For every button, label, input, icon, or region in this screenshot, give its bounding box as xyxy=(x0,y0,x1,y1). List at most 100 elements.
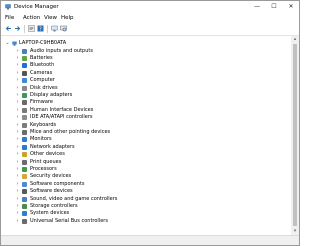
security-device-icon xyxy=(22,174,27,180)
toolbar-separator xyxy=(24,25,25,33)
expand-chevron-icon[interactable]: › xyxy=(15,173,20,180)
vertical-scrollbar[interactable]: ▴ ▾ xyxy=(291,36,299,235)
tree-category-label: Other devices xyxy=(30,151,65,158)
speaker-icon xyxy=(22,48,27,54)
tree-category-row[interactable]: › Other devices xyxy=(1,151,281,158)
properties-icon[interactable] xyxy=(28,25,35,32)
toolbar: ? xyxy=(1,23,299,36)
expand-chevron-icon[interactable]: › xyxy=(15,166,20,173)
maximize-button[interactable]: ☐ xyxy=(266,1,282,13)
menu-help[interactable]: Help xyxy=(61,15,74,22)
expand-chevron-icon[interactable]: › xyxy=(15,70,20,77)
toolbar-separator xyxy=(47,25,48,33)
tree-category-row[interactable]: › System devices xyxy=(1,210,281,217)
tree-category-label: Processors xyxy=(30,166,57,172)
minimize-button[interactable]: — xyxy=(249,1,265,13)
expand-chevron-icon[interactable]: › xyxy=(15,55,20,62)
title-bar: Device Manager — ☐ ✕ xyxy=(1,1,299,13)
expand-chevron-icon[interactable]: › xyxy=(15,85,20,92)
tree-category-row[interactable]: › Print queues xyxy=(1,159,281,166)
expand-chevron-icon[interactable]: › xyxy=(15,210,20,217)
expand-chevron-icon[interactable]: › xyxy=(15,196,20,203)
collapse-chevron-icon[interactable]: ⌄ xyxy=(5,40,10,47)
help-icon[interactable]: ? xyxy=(37,25,44,32)
scroll-up-icon[interactable]: ▴ xyxy=(291,36,299,43)
expand-chevron-icon[interactable]: › xyxy=(15,151,20,158)
tree-category-row[interactable]: › IDE ATA/ATAPI controllers xyxy=(1,114,281,121)
tree-category-label: IDE ATA/ATAPI controllers xyxy=(30,114,93,121)
tree-category-row[interactable]: › Universal Serial Bus controllers xyxy=(1,218,281,225)
software-device-icon xyxy=(22,189,27,195)
forward-arrow-icon[interactable] xyxy=(14,25,21,32)
device-manager-window: Device Manager — ☐ ✕ File Action View He… xyxy=(0,0,300,246)
expand-chevron-icon[interactable]: › xyxy=(15,92,20,99)
menu-view[interactable]: View xyxy=(44,15,57,22)
tree-category-row[interactable]: › Security devices xyxy=(1,173,281,180)
tree-category-row[interactable]: › Display adapters xyxy=(1,92,281,99)
tree-category-label: Cameras xyxy=(30,69,53,76)
tree-category-row[interactable]: › Sound, video and game controllers xyxy=(1,196,281,203)
update-driver-icon[interactable] xyxy=(51,25,58,32)
tree-category-row[interactable]: › Mice and other pointing devices xyxy=(1,129,281,136)
tree-category-row[interactable]: › Processors xyxy=(1,166,281,173)
expand-chevron-icon[interactable]: › xyxy=(15,218,20,225)
close-button[interactable]: ✕ xyxy=(283,1,299,13)
tree-category-label: Keyboards xyxy=(30,121,57,128)
tree-category-row[interactable]: › Storage controllers xyxy=(1,203,281,210)
tree-category-row[interactable]: › Keyboards xyxy=(1,122,281,129)
tree-category-row[interactable]: › Software components xyxy=(1,181,281,188)
expand-chevron-icon[interactable]: › xyxy=(15,136,20,143)
tree-root[interactable]: ⌄ LAPTOP-C9HB0ATA xyxy=(1,40,281,47)
device-tree[interactable]: ⌄ LAPTOP-C9HB0ATA › Audio inputs and outp… xyxy=(1,36,290,235)
tree-category-label: Human Interface Devices xyxy=(30,106,94,113)
expand-chevron-icon[interactable]: › xyxy=(15,107,20,114)
sound-controller-icon xyxy=(22,196,27,202)
network-adapter-icon xyxy=(22,144,27,150)
expand-chevron-icon[interactable]: › xyxy=(15,181,20,188)
tree-category-row[interactable]: › Disk drives xyxy=(1,85,281,92)
back-arrow-icon[interactable] xyxy=(5,25,12,32)
hid-icon xyxy=(22,107,27,113)
expand-chevron-icon[interactable]: › xyxy=(15,99,20,106)
expand-chevron-icon[interactable]: › xyxy=(15,159,20,166)
tree-category-row[interactable]: › Bluetooth xyxy=(1,62,281,69)
scroll-down-icon[interactable]: ▾ xyxy=(291,228,299,235)
tree-category-label: Network adapters xyxy=(30,143,75,150)
window-title: Device Manager xyxy=(14,4,59,10)
tree-category-label: Audio inputs and outputs xyxy=(30,47,93,54)
expand-chevron-icon[interactable]: › xyxy=(15,188,20,195)
menu-file[interactable]: File xyxy=(5,15,14,22)
device-manager-app-icon xyxy=(5,4,11,10)
software-component-icon xyxy=(22,181,27,187)
system-device-icon xyxy=(22,211,27,217)
expand-chevron-icon[interactable]: › xyxy=(15,77,20,84)
tree-category-label: Software components xyxy=(30,180,85,187)
expand-chevron-icon[interactable]: › xyxy=(15,129,20,136)
tree-category-row[interactable]: › Cameras xyxy=(1,70,281,77)
expand-chevron-icon[interactable]: › xyxy=(15,48,20,55)
expand-chevron-icon[interactable]: › xyxy=(15,122,20,129)
expand-chevron-icon[interactable]: › xyxy=(15,203,20,210)
tree-category-row[interactable]: › Firmware xyxy=(1,99,281,106)
tree-category-label: Mice and other pointing devices xyxy=(30,129,111,135)
tree-category-row[interactable]: › Monitors xyxy=(1,136,281,143)
menu-action[interactable]: Action xyxy=(23,15,40,22)
expand-chevron-icon[interactable]: › xyxy=(15,114,20,121)
tree-category-row[interactable]: › Audio inputs and outputs xyxy=(1,48,281,55)
tree-category-row[interactable]: › Network adapters xyxy=(1,144,281,151)
tree-category-label: Software devices xyxy=(30,188,73,195)
tree-category-label: Monitors xyxy=(30,136,52,143)
tree-category-row[interactable]: › Software devices xyxy=(1,188,281,195)
tree-category-row[interactable]: › Batteries xyxy=(1,55,281,62)
bluetooth-icon xyxy=(22,63,27,69)
tree-category-row[interactable]: › Human Interface Devices xyxy=(1,107,281,114)
tree-category-row[interactable]: › Computer xyxy=(1,77,281,84)
scan-hardware-icon[interactable] xyxy=(60,25,67,32)
scrollbar-thumb[interactable] xyxy=(293,44,297,226)
other-devices-icon xyxy=(22,152,27,158)
expand-chevron-icon[interactable]: › xyxy=(15,144,20,151)
menu-bar: File Action View Help xyxy=(1,13,299,23)
expand-chevron-icon[interactable]: › xyxy=(15,62,20,69)
monitor-icon xyxy=(22,137,27,143)
processor-icon xyxy=(22,167,27,172)
